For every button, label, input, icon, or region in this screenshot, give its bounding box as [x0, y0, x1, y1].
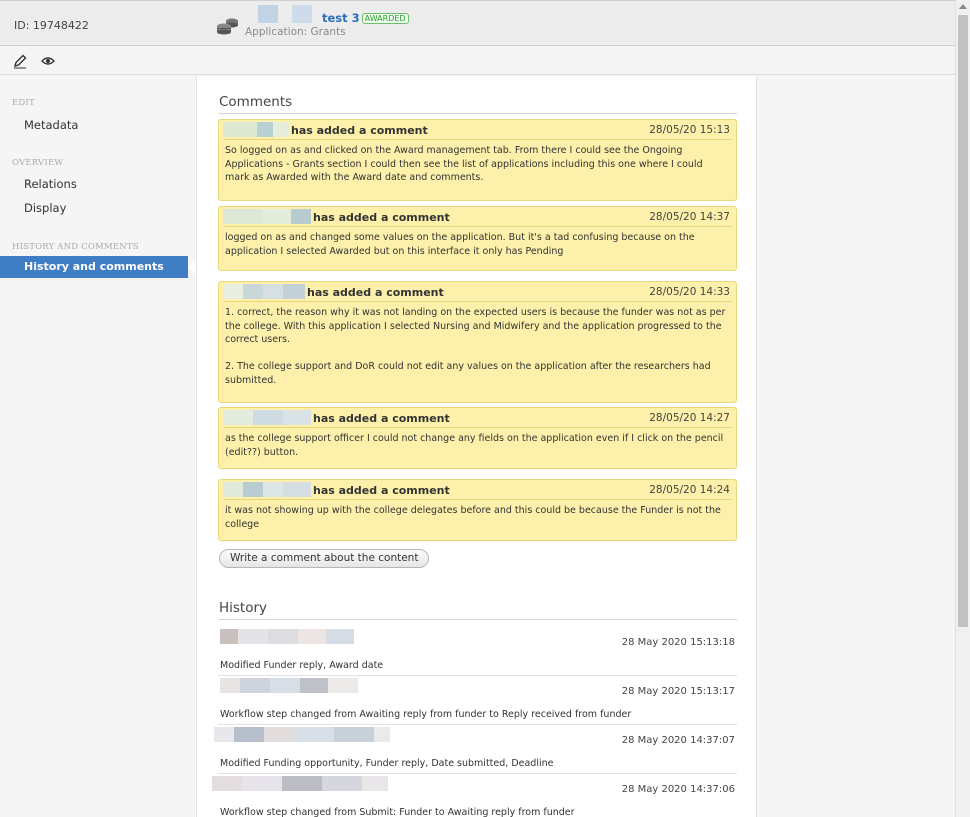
- eye-icon[interactable]: [40, 53, 56, 69]
- object-id: ID: 19748422: [14, 19, 89, 32]
- history-date: 28 May 2020 14:37:07: [621, 735, 735, 746]
- comment-text: So logged on as and clicked on the Award…: [225, 145, 703, 183]
- redacted-username: [223, 209, 311, 224]
- sidebar-item-relations[interactable]: Relations: [24, 177, 77, 191]
- sidebar-section-overview: OVERVIEW: [12, 158, 64, 168]
- comment-item: has added a comment 28/05/20 14:24 it wa…: [218, 479, 737, 541]
- redacted-username: [223, 122, 289, 137]
- sidebar-section-history: HISTORY AND COMMENTS: [12, 242, 139, 252]
- redacted-username: [220, 678, 358, 693]
- comment-action: has added a comment: [291, 124, 428, 137]
- history-item: 28 May 2020 14:37:06 Workflow step chang…: [212, 774, 737, 817]
- comment-action: has added a comment: [313, 412, 450, 425]
- comment-item: has added a comment 28/05/20 14:33 1. co…: [218, 281, 737, 403]
- scroll-up-arrow-icon[interactable]: [959, 4, 967, 9]
- object-subtitle: Application: Grants: [245, 26, 346, 38]
- sidebar-item-display[interactable]: Display: [24, 201, 66, 215]
- redacted-username: [223, 410, 311, 425]
- comment-date: 28/05/20 15:13: [649, 124, 730, 136]
- toolbar: [0, 47, 955, 75]
- history-text: Modified Funder reply, Award date: [220, 660, 384, 671]
- comment-item: has added a comment 28/05/20 14:37 logge…: [218, 206, 737, 271]
- coins-icon: [217, 18, 238, 35]
- comment-text: it was not showing up with the college d…: [225, 505, 721, 530]
- comment-date: 28/05/20 14:24: [649, 484, 730, 496]
- redacted-username: [212, 776, 388, 791]
- object-header: ID: 19748422 test 3 AWARDED Application: …: [0, 0, 955, 46]
- sidebar-item-history-and-comments[interactable]: History and comments: [0, 256, 196, 278]
- history-text: Workflow step changed from Awaiting repl…: [220, 709, 632, 720]
- history-text: Modified Funding opportunity, Funder rep…: [220, 758, 554, 769]
- comment-text: as the college support officer I could n…: [225, 433, 724, 458]
- write-comment-button[interactable]: Write a comment about the content: [219, 549, 430, 568]
- history-date: 28 May 2020 15:13:18: [621, 637, 735, 648]
- comment-text: 1. correct, the reason why it was not la…: [225, 307, 726, 386]
- comment-date: 28/05/20 14:33: [649, 286, 730, 298]
- history-date: 28 May 2020 14:37:06: [621, 784, 735, 795]
- sidebar: EDIT Metadata OVERVIEW Relations Display…: [0, 76, 196, 817]
- pencil-icon[interactable]: [12, 53, 28, 69]
- redacted-username: [223, 284, 305, 299]
- history-item: 28 May 2020 14:37:07 Modified Funding op…: [214, 725, 737, 774]
- comment-item: has added a comment 28/05/20 14:27 as th…: [218, 407, 737, 469]
- history-item: 28 May 2020 15:13:18 Modified Funder rep…: [218, 627, 737, 676]
- object-title[interactable]: test 3 AWARDED: [322, 11, 409, 25]
- comment-action: has added a comment: [313, 484, 450, 497]
- main-panel: Comments has added a comment 28/05/20 15…: [196, 76, 757, 817]
- comment-text: logged on as and changed some values on …: [225, 232, 695, 257]
- sidebar-section-edit: EDIT: [12, 98, 35, 108]
- history-text: Workflow step changed from Submit: Funde…: [220, 807, 575, 817]
- history-heading: History: [219, 600, 737, 620]
- redacted-username: [223, 482, 311, 497]
- comment-action: has added a comment: [307, 286, 444, 299]
- comment-action: has added a comment: [313, 211, 450, 224]
- redacted-username: [214, 727, 390, 742]
- vertical-scrollbar[interactable]: [955, 0, 970, 817]
- comments-heading: Comments: [219, 94, 737, 114]
- scrollbar-thumb[interactable]: [958, 15, 968, 627]
- comment-item: has added a comment 28/05/20 15:13 So lo…: [218, 119, 737, 201]
- comment-date: 28/05/20 14:27: [649, 412, 730, 424]
- redacted-username: [220, 629, 354, 644]
- history-item: 28 May 2020 15:13:17 Workflow step chang…: [218, 676, 737, 725]
- history-date: 28 May 2020 15:13:17: [621, 686, 735, 697]
- status-badge: AWARDED: [361, 13, 409, 24]
- comment-date: 28/05/20 14:37: [649, 211, 730, 223]
- sidebar-item-metadata[interactable]: Metadata: [24, 118, 78, 132]
